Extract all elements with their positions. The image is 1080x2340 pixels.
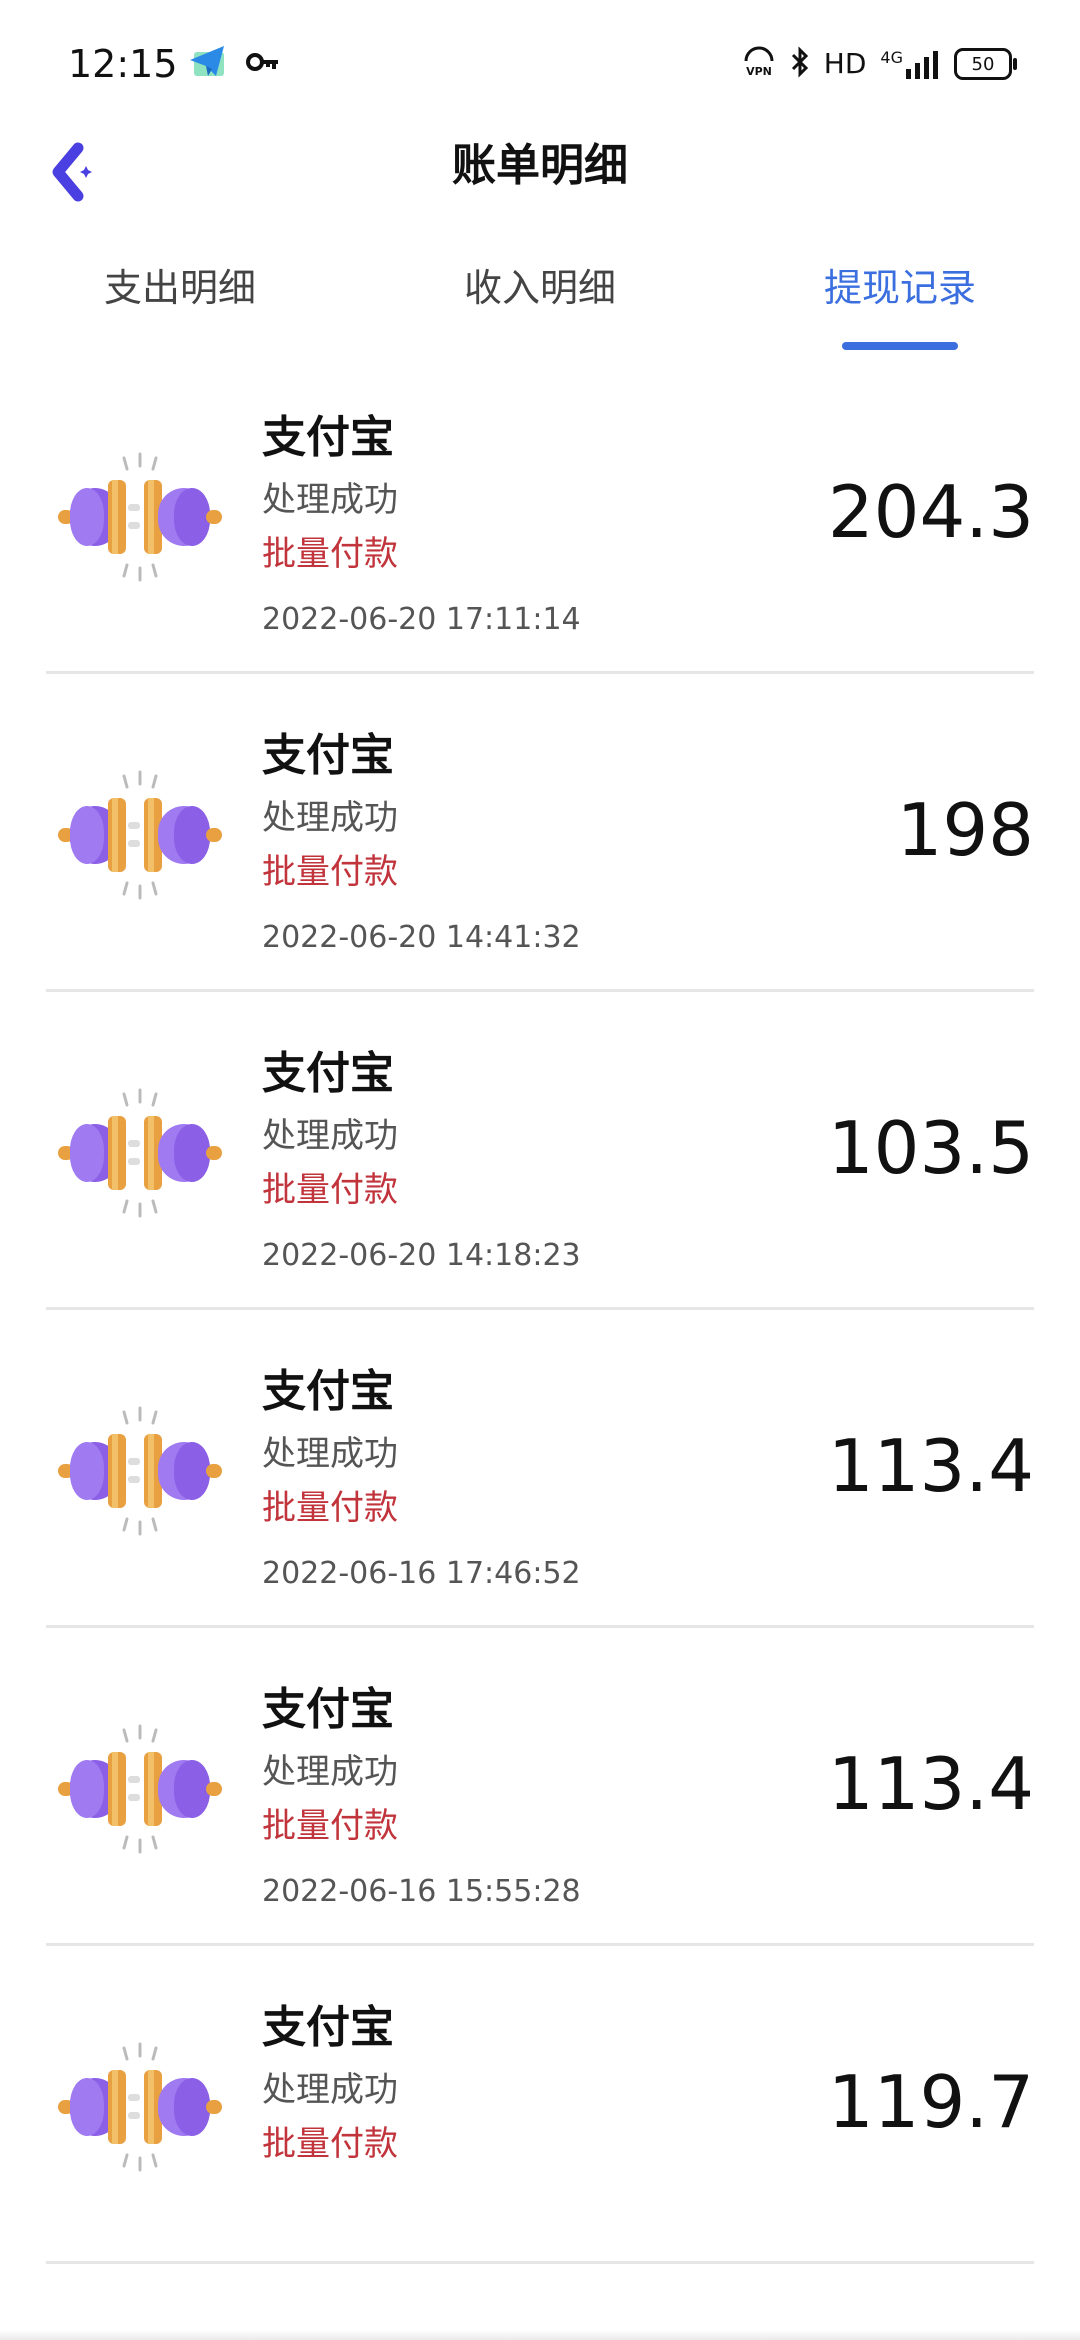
record-status: 处理成功 — [262, 1434, 398, 1474]
status-right-icons: VPN HD 4G 50 — [742, 44, 1017, 84]
record-amount: 198 — [896, 788, 1034, 872]
record-method: 支付宝 — [262, 1684, 394, 1735]
status-left-icons — [188, 44, 280, 84]
status-bar: 12:15 VPN HD 4G 50 — [0, 0, 1080, 120]
record-method: 支付宝 — [262, 412, 394, 463]
telegram-icon — [188, 44, 228, 84]
header: 账单明细 — [0, 120, 1080, 240]
bluetooth-icon — [790, 46, 810, 82]
app-root: 12:15 VPN HD 4G 50 账单明细 支出明细 收入明细 提现记录 支… — [0, 0, 1080, 2340]
record-time: 2022-06-16 17:46:52 — [262, 1556, 581, 1591]
record-time: 2022-06-20 14:41:32 — [262, 920, 581, 955]
hd-label: HD — [823, 47, 867, 80]
plug-icon — [56, 1088, 224, 1218]
status-time: 12:15 — [68, 42, 178, 86]
record-amount: 204.3 — [827, 470, 1034, 554]
record-method: 支付宝 — [262, 1048, 394, 1099]
record-type: 批量付款 — [262, 1806, 398, 1846]
vpn-icon: VPN — [742, 45, 776, 83]
bottom-fade — [0, 2330, 1080, 2340]
battery-icon: 50 — [954, 48, 1017, 80]
record-row[interactable]: 支付宝 处理成功 批量付款 2022-06-16 17:46:52 113.4 — [0, 1310, 1080, 1628]
key-icon — [246, 51, 280, 77]
record-amount: 113.4 — [827, 1742, 1034, 1826]
record-amount: 119.7 — [827, 2060, 1034, 2144]
tab-withdrawal[interactable]: 提现记录 — [780, 246, 1020, 330]
record-method: 支付宝 — [262, 2002, 394, 2053]
record-status: 处理成功 — [262, 480, 398, 520]
plug-icon — [56, 770, 224, 900]
active-tab-indicator — [842, 342, 958, 350]
record-status: 处理成功 — [262, 798, 398, 838]
tab-bar: 支出明细 收入明细 提现记录 — [0, 246, 1080, 356]
record-type: 批量付款 — [262, 2124, 398, 2164]
battery-level: 50 — [971, 53, 995, 75]
tab-expense[interactable]: 支出明细 — [60, 246, 300, 330]
plug-icon — [56, 1406, 224, 1536]
record-row[interactable]: 支付宝 处理成功 批量付款 2022-06-20 14:18:23 103.5 — [0, 992, 1080, 1310]
withdrawal-record-list[interactable]: 支付宝 处理成功 批量付款 2022-06-24 18:22:46 104.17 — [0, 356, 1080, 2340]
row-divider — [46, 2261, 1034, 2264]
record-time: 2022-06-16 15:55:28 — [262, 1874, 581, 1909]
record-method: 支付宝 — [262, 730, 394, 781]
record-type: 批量付款 — [262, 534, 398, 574]
plug-icon — [56, 1724, 224, 1854]
signal-icon: 4G — [880, 49, 940, 79]
record-time: 2022-06-20 14:18:23 — [262, 1238, 581, 1273]
record-status: 处理成功 — [262, 1752, 398, 1792]
record-type: 批量付款 — [262, 1170, 398, 1210]
record-status: 处理成功 — [262, 2070, 398, 2110]
record-row[interactable]: 支付宝 处理成功 批量付款 119.7 — [0, 1946, 1080, 2264]
network-type-label: 4G — [880, 48, 903, 67]
page-title: 账单明细 — [452, 140, 628, 191]
plug-icon — [56, 2042, 224, 2172]
record-row[interactable]: 支付宝 处理成功 批量付款 2022-06-16 15:55:28 113.4 — [0, 1628, 1080, 1946]
record-row[interactable]: 支付宝 处理成功 批量付款 2022-06-20 14:41:32 198 — [0, 674, 1080, 992]
record-status: 处理成功 — [262, 1116, 398, 1156]
record-list-inner: 支付宝 处理成功 批量付款 2022-06-24 18:22:46 104.17 — [0, 356, 1080, 2264]
record-amount: 103.5 — [827, 1106, 1034, 1190]
record-amount: 113.4 — [827, 1424, 1034, 1508]
svg-text:VPN: VPN — [746, 65, 772, 78]
record-method: 支付宝 — [262, 1366, 394, 1417]
record-type: 批量付款 — [262, 1488, 398, 1528]
record-type: 批量付款 — [262, 852, 398, 892]
plug-icon — [56, 452, 224, 582]
record-row[interactable]: 支付宝 处理成功 批量付款 2022-06-20 17:11:14 204.3 — [0, 356, 1080, 674]
tab-income[interactable]: 收入明细 — [420, 246, 660, 330]
record-time: 2022-06-20 17:11:14 — [262, 602, 581, 637]
